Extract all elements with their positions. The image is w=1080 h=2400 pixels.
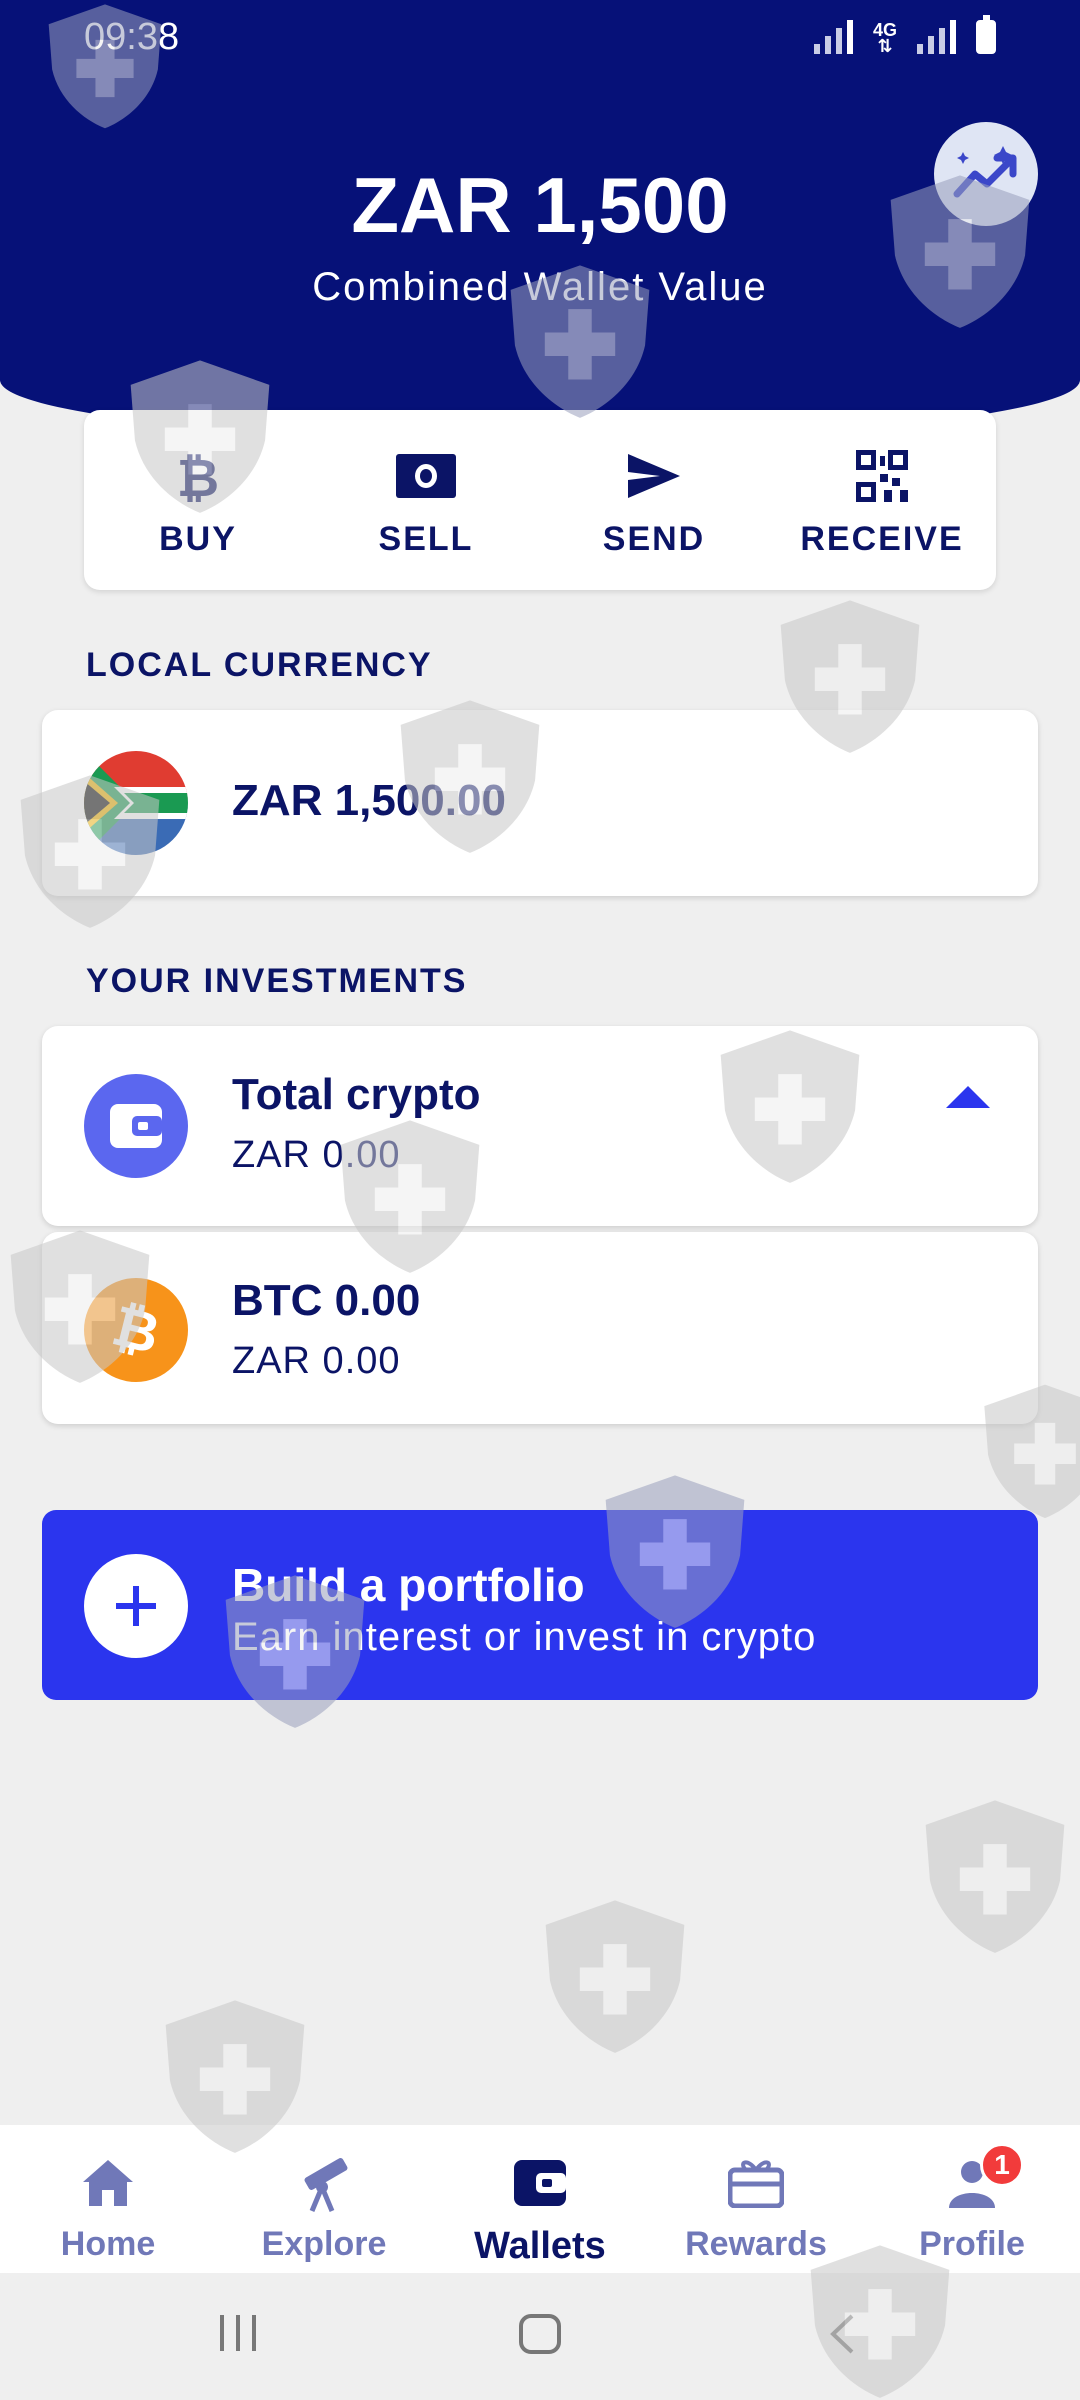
svg-text:₿: ₿: [177, 449, 219, 504]
nav-explore-label: Explore: [261, 2225, 387, 2263]
status-time: 09:38: [84, 16, 180, 58]
shield-watermark-icon: [925, 1800, 1065, 1953]
receive-button[interactable]: RECEIVE: [768, 410, 996, 590]
gift-card-icon: [728, 2160, 784, 2208]
nav-home-label: Home: [60, 2225, 156, 2263]
combined-wallet-amount: ZAR 1,500: [351, 161, 729, 249]
total-crypto-title: Total crypto: [232, 1070, 481, 1119]
local-currency-heading: LOCAL CURRENCY: [86, 646, 433, 684]
btc-balance: BTC 0.00: [232, 1276, 421, 1325]
nav-rewards[interactable]: Rewards: [648, 2125, 864, 2273]
wallet-icon: [84, 1074, 188, 1178]
quick-actions-card: ₿ BUY SELL SEND RECEIVE: [84, 410, 996, 590]
south-africa-flag-icon: [84, 751, 188, 855]
nav-profile[interactable]: 1 Profile: [864, 2125, 1080, 2273]
nav-wallets[interactable]: Wallets: [432, 2125, 648, 2273]
sell-button[interactable]: SELL: [312, 410, 540, 590]
signal-icon: [813, 20, 853, 54]
bitcoin-icon: ₿: [84, 1278, 188, 1382]
status-bar: 09:38 4G ⇅: [0, 0, 1080, 72]
battery-icon: [976, 15, 996, 54]
send-button[interactable]: SEND: [540, 410, 768, 590]
plus-icon: [84, 1554, 188, 1658]
nav-explore[interactable]: Explore: [216, 2125, 432, 2273]
nav-profile-label: Profile: [919, 2225, 1025, 2263]
build-portfolio-subtitle: Earn interest or invest in crypto: [232, 1615, 817, 1659]
nav-home[interactable]: Home: [0, 2125, 216, 2273]
total-crypto-value: ZAR 0.00: [232, 1134, 401, 1176]
banknote-icon: [396, 454, 456, 498]
buy-label: BUY: [159, 520, 237, 558]
build-portfolio-button[interactable]: Build a portfolio Earn interest or inves…: [42, 1510, 1038, 1700]
home-icon: [83, 2160, 133, 2206]
btc-wallet-card[interactable]: ₿ BTC 0.00 ZAR 0.00: [42, 1232, 1038, 1424]
system-navigation-bar: [0, 2273, 1080, 2400]
send-label: SEND: [602, 520, 706, 558]
network-type: 4G ⇅: [872, 20, 897, 56]
chevron-up-icon[interactable]: [946, 1084, 990, 1110]
your-investments-heading: YOUR INVESTMENTS: [86, 962, 468, 1000]
svg-text:₿: ₿: [106, 1295, 166, 1365]
sell-label: SELL: [378, 520, 474, 558]
nav-rewards-label: Rewards: [685, 2225, 827, 2263]
total-crypto-card[interactable]: Total crypto ZAR 0.00: [42, 1026, 1038, 1226]
bottom-nav: Home Explore Wallets Rewards 1 Profile: [0, 2125, 1080, 2273]
btc-zar-value: ZAR 0.00: [232, 1340, 401, 1382]
notification-badge: 1: [980, 2143, 1024, 2187]
wallet-icon: [514, 2160, 566, 2206]
back-icon[interactable]: [828, 2313, 856, 2355]
nav-wallets-label: Wallets: [474, 2225, 606, 2267]
status-icons: 4G ⇅: [813, 15, 996, 56]
shield-watermark-icon: [545, 1900, 685, 2053]
zar-balance: ZAR 1,500.00: [232, 776, 506, 825]
send-icon: [628, 454, 680, 498]
signal-icon-2: [917, 20, 956, 54]
build-portfolio-title: Build a portfolio: [232, 1559, 585, 1611]
receive-label: RECEIVE: [800, 520, 964, 558]
qr-code-icon: [856, 450, 908, 502]
trending-up-sparkle-icon: [953, 146, 1017, 198]
home-button-icon[interactable]: [518, 2313, 562, 2355]
bitcoin-icon: ₿: [177, 449, 219, 504]
combined-wallet-label: Combined Wallet Value: [312, 265, 768, 309]
buy-button[interactable]: ₿ BUY: [84, 410, 312, 590]
telescope-icon: [304, 2158, 348, 2212]
insights-button[interactable]: [934, 122, 1038, 226]
zar-wallet-card[interactable]: ZAR 1,500.00: [42, 710, 1038, 896]
recent-apps-icon[interactable]: [218, 2313, 258, 2353]
